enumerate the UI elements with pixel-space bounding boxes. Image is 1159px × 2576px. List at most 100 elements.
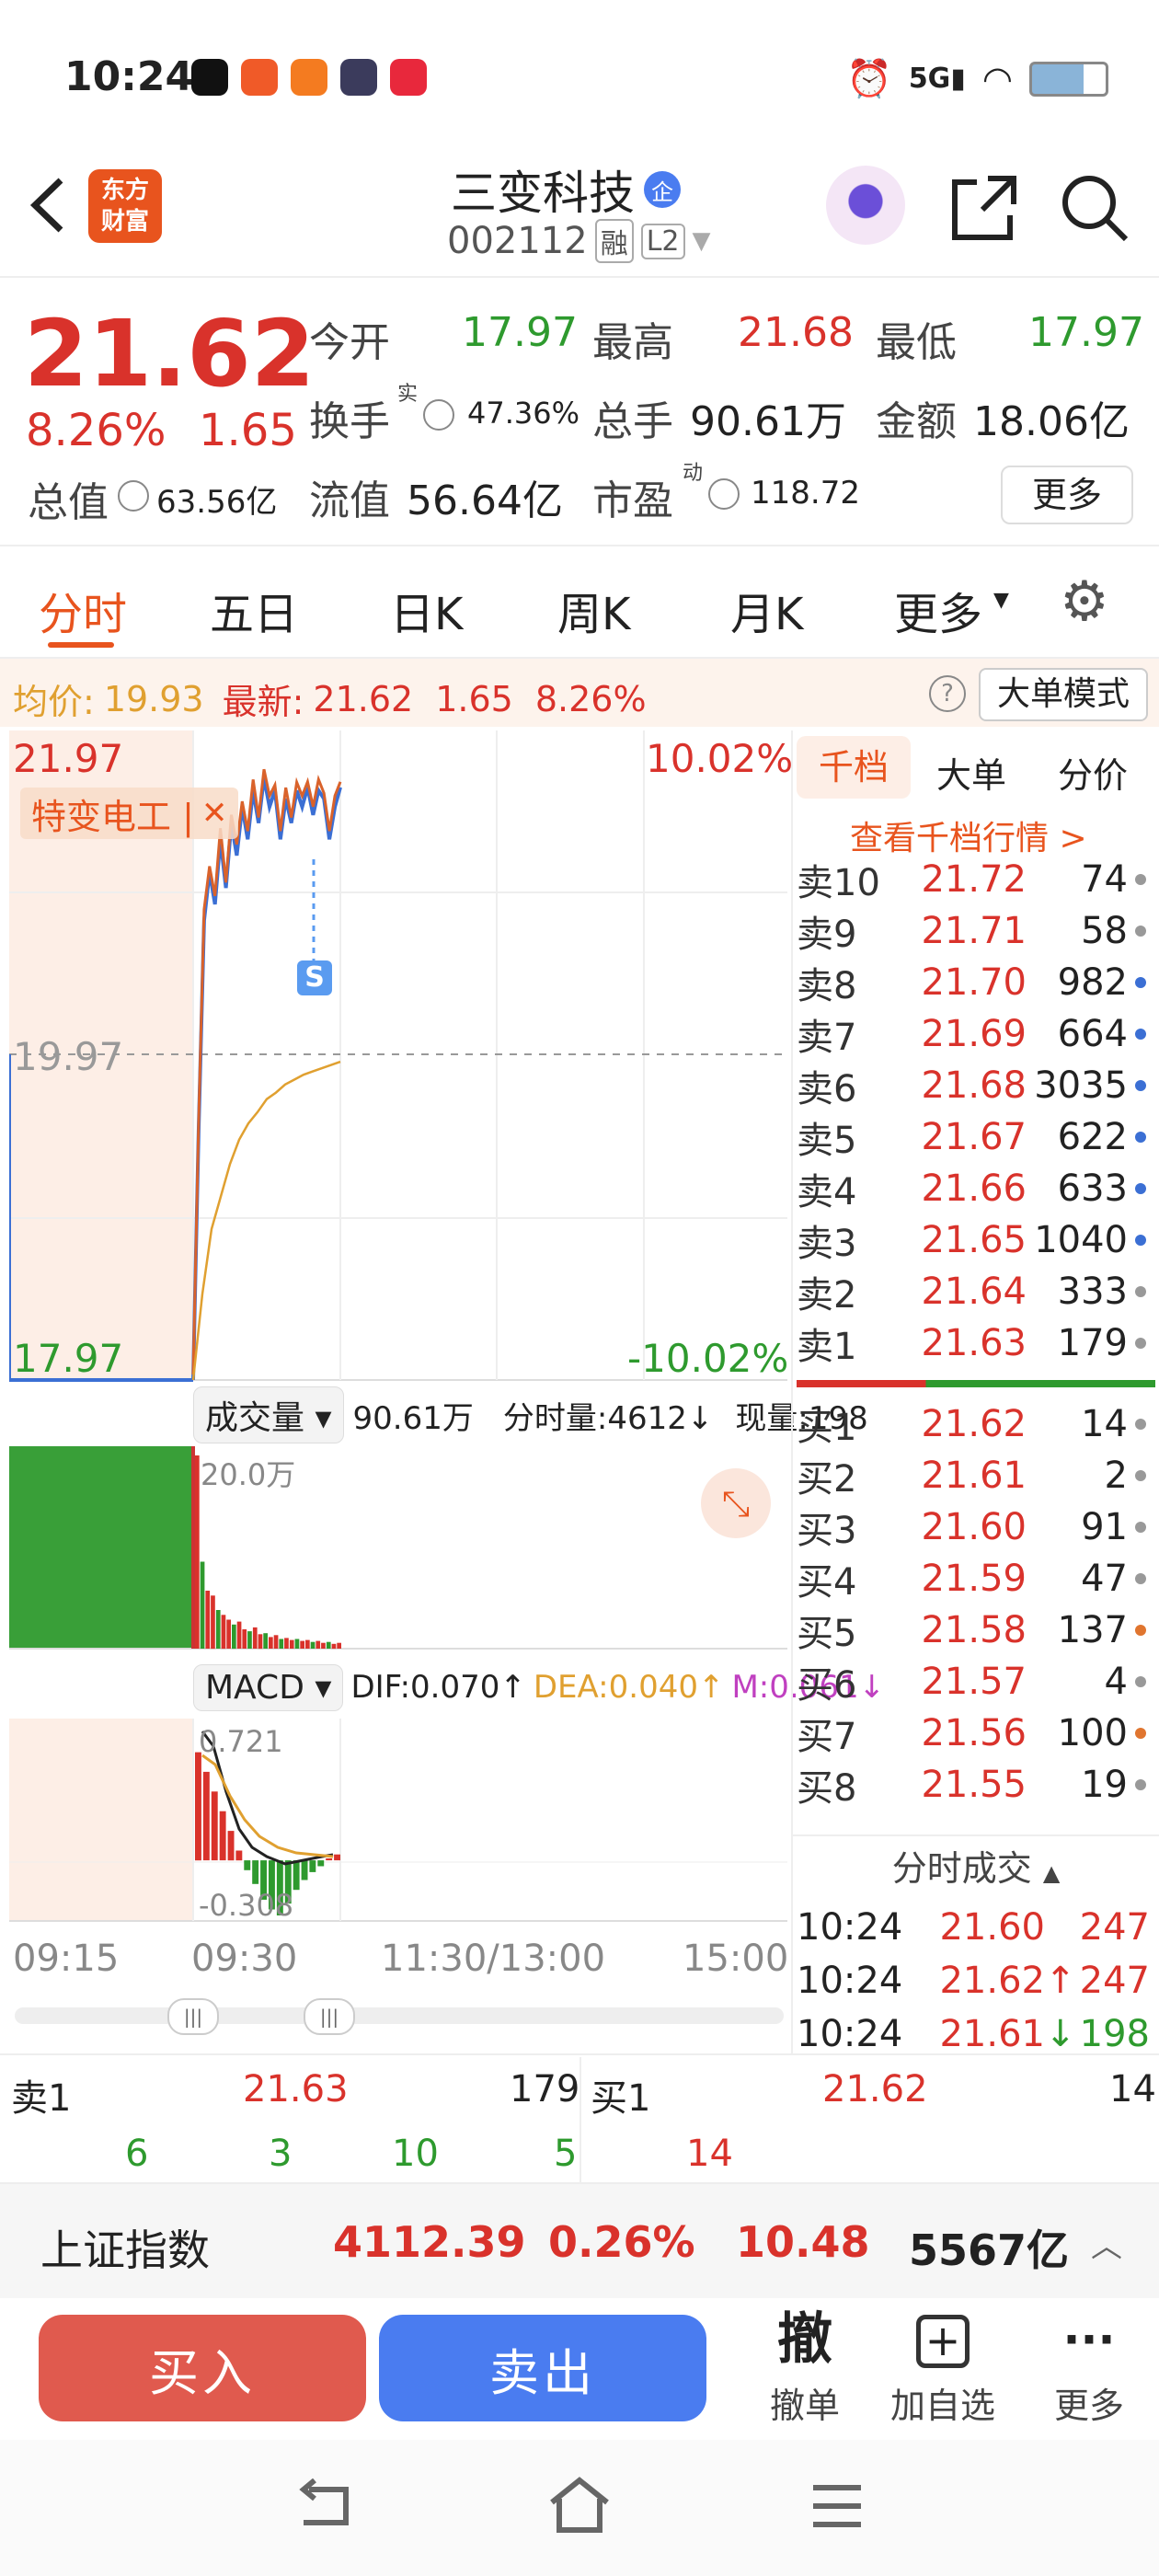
ask-row[interactable]: 卖6 21.68 3035 [797,1060,1155,1111]
nav-menu-icon[interactable] [809,2480,865,2532]
tab-weekly-k[interactable]: 周K [557,578,630,642]
price-line-overlay [191,768,342,1375]
ask-row[interactable]: 卖9 21.71 58 [797,905,1155,957]
orderbook-tab-qiandang[interactable]: 千档 [797,736,911,799]
help-icon[interactable]: ? [929,675,966,712]
more-quote-button[interactable]: 更多 [1001,466,1133,524]
volume-selector[interactable]: 成交量 ▾ [193,1386,344,1443]
volume-chart[interactable] [9,1446,787,1654]
macd-chart[interactable] [9,1719,787,1926]
range-slider-right-handle[interactable]: ||| [304,1998,355,2035]
pe-info-icon[interactable] [708,478,740,510]
add-watchlist-label: 加自选 [889,2386,995,2426]
ask-row[interactable]: 卖3 21.65 1040 [797,1214,1155,1266]
bid-row[interactable]: 买2 21.61 2 [797,1450,1155,1501]
ask-row[interactable]: 卖5 21.67 622 [797,1111,1155,1163]
bid-row[interactable]: 买4 21.59 47 [797,1553,1155,1604]
bid-row[interactable]: 买1 21.62 14 [797,1398,1155,1450]
ask-row[interactable]: 卖8 21.70 982 [797,957,1155,1008]
ask-level-label: 卖1 [797,1326,857,1368]
bid-row[interactable]: 买6 21.57 4 [797,1656,1155,1708]
status-app-icons [191,59,427,96]
macd-bar [326,1858,333,1861]
ask-row[interactable]: 卖10 21.72 74 [797,854,1155,905]
tab-five-day[interactable]: 五日 [210,578,298,642]
bid-level-label: 买2 [797,1458,857,1501]
mcap-label: 总值 [28,479,109,526]
gear-icon[interactable]: ⚙ [1060,574,1109,629]
range-slider-track[interactable] [15,2007,784,2024]
macd-min-label: -0.308 [199,1888,294,1923]
ask-level-label: 卖8 [797,965,857,1007]
orderbook-tab-price-dist[interactable]: 分价 [1058,747,1128,798]
volume-total: 90.61万 [352,1399,474,1437]
cancel-order-button[interactable]: 撤 撤单 [754,2307,855,2436]
info-circle-icon[interactable] [118,480,149,512]
back-icon[interactable] [26,173,72,237]
tab-fenshi[interactable]: 分时 [39,578,127,642]
index-value: 4112.39 [333,2217,526,2267]
big-order-mode-button[interactable]: 大单模式 [979,668,1148,721]
more-actions-button[interactable]: ··· 更多 [1034,2307,1144,2436]
caret-up-icon: ▲ [1042,1860,1061,1886]
stock-code-line[interactable]: 002112 融 L2 ▼ [447,219,711,263]
robot-avatar-icon[interactable] [826,166,905,245]
ask-volume: 333 [1057,1271,1128,1313]
ask-level-label: 卖9 [797,914,857,956]
ellipsis-icon: ··· [1062,2313,1116,2366]
chart-tabs: 分时 五日 日K 周K 月K 更多 ▼ ⚙ [0,546,1159,659]
bid-price: 21.56 [921,1712,1027,1754]
queue-top-divider [0,2053,1159,2055]
latest-pct: 8.26% [534,678,647,719]
ask-row[interactable]: 卖2 21.64 333 [797,1266,1155,1317]
signal-marker[interactable]: S [297,960,332,995]
order-dot-icon [1135,1522,1146,1533]
tab-daily-k[interactable]: 日K [390,578,463,642]
bid-row[interactable]: 买7 21.56 100 [797,1708,1155,1759]
macd-selector[interactable]: MACD ▾ [193,1663,344,1711]
volume-bar [247,1631,252,1649]
tab-more[interactable]: 更多 [894,578,982,642]
chart-mid-price: 19.97 [13,1034,124,1079]
tick-arrow-icon: ↑ [1045,1960,1076,2002]
tab-monthly-k[interactable]: 月K [730,578,803,642]
ask-row[interactable]: 卖7 21.69 664 [797,1008,1155,1060]
related-stock-tag[interactable]: 特变电工 | ✕ [20,788,239,839]
macd-max-label: 0.721 [199,1724,283,1759]
bid-level-label: 买8 [797,1767,857,1810]
close-icon[interactable]: ✕ [201,795,228,832]
chevron-up-icon[interactable]: ︿ [1091,2221,1122,2266]
ask-row[interactable]: 卖1 21.63 179 [797,1317,1155,1369]
macd-bar [317,1860,325,1867]
bid-level-label: 买7 [797,1716,857,1758]
range-slider-left-handle[interactable]: ||| [167,1998,219,2035]
search-icon[interactable] [1058,171,1131,245]
ask-volume: 1040 [1034,1219,1128,1261]
ask-level-label: 卖7 [797,1017,857,1059]
bid-row[interactable]: 买8 21.55 19 [797,1759,1155,1811]
index-bar[interactable]: 上证指数 4112.39 0.26% 10.48 5567亿 ︿ [0,2182,1159,2298]
tick-time: 10:24 [797,1960,903,2002]
add-watchlist-button[interactable]: + 加自选 [883,2307,1003,2436]
volume-max-label: 20.0万 [201,1457,296,1492]
macd-bar [334,1854,340,1861]
volume-bar [326,1641,331,1649]
orderbook-tab-big-order[interactable]: 大单 [936,747,1006,798]
turnover-info-icon[interactable] [423,399,454,431]
queue-vertical-divider [580,2057,581,2182]
abs-change: 1.65 [199,405,297,456]
volume-selector-label: 成交量 [205,1399,305,1437]
nav-home-icon[interactable] [546,2475,613,2536]
sell-button[interactable]: 卖出 [379,2315,706,2421]
ticks-header[interactable]: 分时成交 ▲ [793,1834,1159,1901]
ask-row[interactable]: 卖4 21.66 633 [797,1163,1155,1214]
nav-back-icon[interactable] [291,2478,355,2534]
expand-icon[interactable]: ⤡ [701,1468,771,1538]
ask-level-label: 卖10 [797,862,880,904]
share-icon[interactable] [949,173,1019,243]
bid-row[interactable]: 买5 21.58 137 [797,1604,1155,1656]
buy-button[interactable]: 买入 [39,2315,366,2421]
sell-queue-3: 5 [554,2133,578,2175]
macd-header: MACD ▾ DIF:0.070↑ DEA:0.040↑ M:0.061↓ [193,1662,885,1713]
bid-row[interactable]: 买3 21.60 91 [797,1501,1155,1553]
